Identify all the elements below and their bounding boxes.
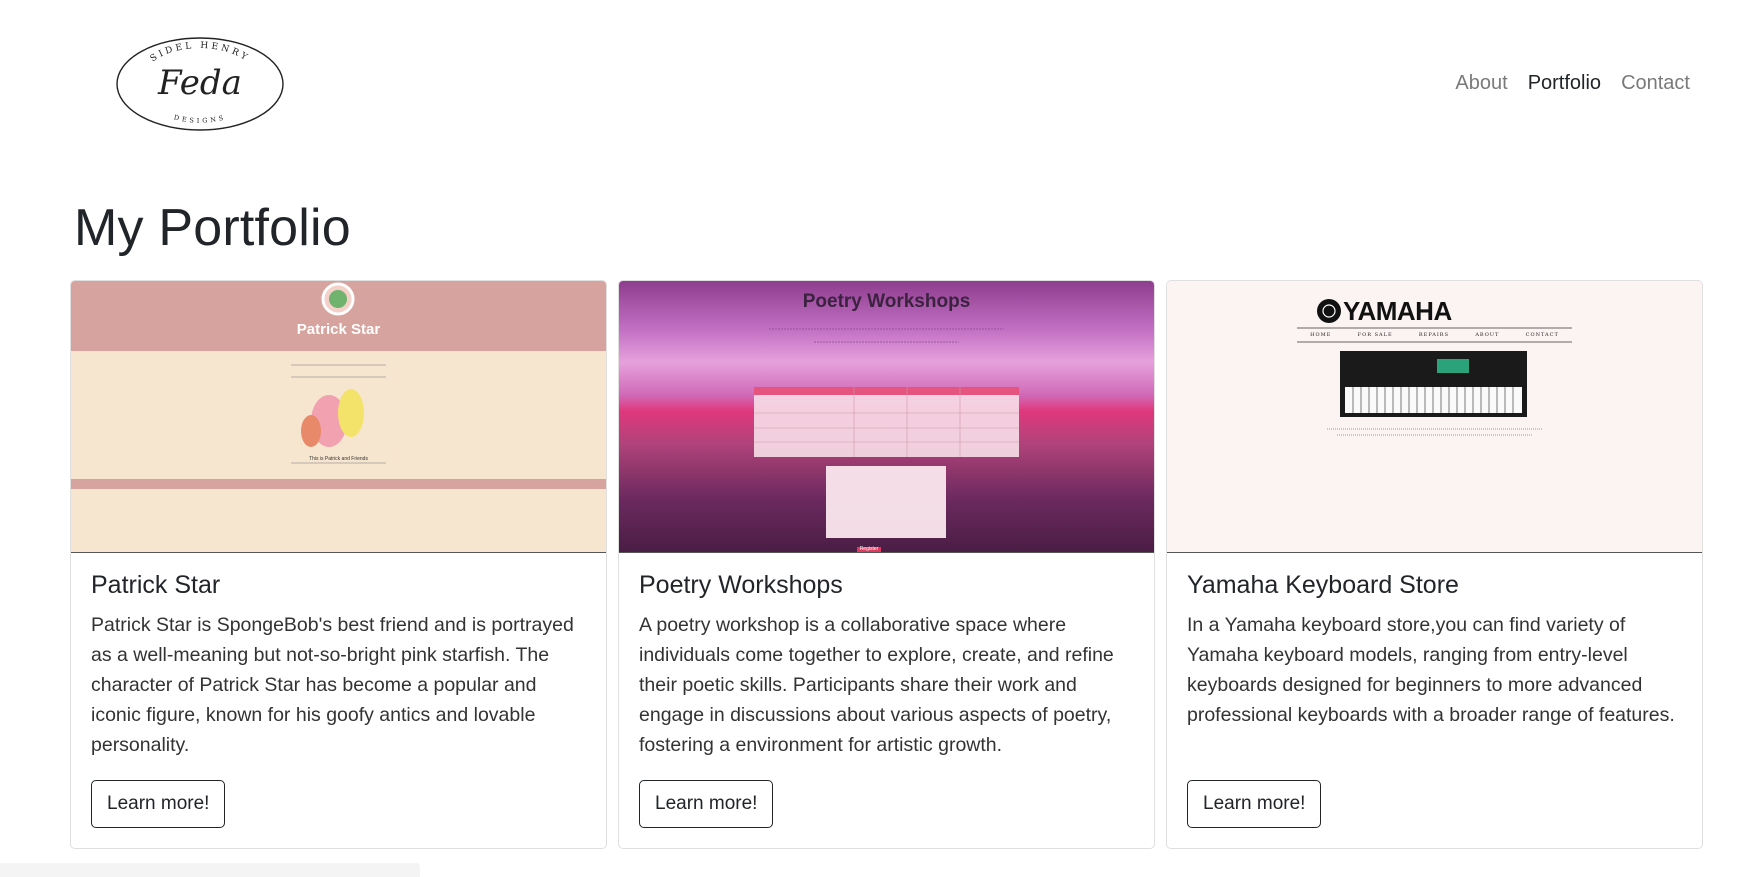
nav-link-portfolio[interactable]: Portfolio	[1528, 72, 1601, 95]
logo[interactable]: SIDEL HENRY DESIGNS Feda	[115, 36, 285, 132]
thumb-heading: Patrick Star	[296, 321, 381, 338]
svg-text:SIDEL HENRY: SIDEL HENRY	[149, 41, 251, 64]
thumb-footer-bar	[71, 479, 606, 489]
card-text: In a Yamaha keyboard store,you can find …	[1187, 614, 1675, 726]
logo-bottom-text: DESIGNS	[173, 113, 224, 125]
nav-link-contact[interactable]: Contact	[1621, 72, 1690, 95]
card-body: Poetry Workshops A poetry workshop is a …	[639, 571, 1134, 760]
card-text: Patrick Star is SpongeBob's best friend …	[91, 614, 574, 756]
card-text: A poetry workshop is a collaborative spa…	[639, 614, 1114, 756]
nav-link-about[interactable]: About	[1455, 72, 1507, 95]
logo-script: Feda	[157, 63, 242, 103]
card-title: Yamaha Keyboard Store	[1187, 571, 1459, 599]
card-body: Patrick Star Patrick Star is SpongeBob's…	[91, 571, 586, 760]
thumb-menu: HOME FOR SALE REPAIRS ABOUT CONTACT	[1297, 332, 1572, 338]
navbar: SIDEL HENRY DESIGNS Feda About Portfolio…	[0, 0, 1754, 170]
thumb-menu-item: ABOUT	[1475, 332, 1500, 338]
thumb-menu-item: CONTACT	[1525, 332, 1559, 338]
learn-more-button[interactable]: Learn more!	[639, 780, 774, 828]
card-title: Patrick Star	[91, 571, 221, 599]
card-body: Yamaha Keyboard Store In a Yamaha keyboa…	[1187, 571, 1682, 730]
learn-more-button[interactable]: Learn more!	[91, 780, 226, 828]
thumb-caption: This is Patrick and Friends	[309, 456, 368, 462]
nav-menu: About Portfolio Contact	[1455, 72, 1690, 95]
browser-status-bar	[0, 863, 420, 877]
card-image-patrick[interactable]: Patrick Star This is Patrick and Friends	[71, 281, 606, 553]
card-image-yamaha[interactable]: YAMAHA HOME FOR SALE REPAIRS ABOUT CONTA…	[1167, 281, 1702, 553]
portfolio-card-poetry: Poetry Workshops Register Poetry Worksho…	[618, 280, 1155, 849]
portfolio-card-yamaha: YAMAHA HOME FOR SALE REPAIRS ABOUT CONTA…	[1166, 280, 1703, 849]
card-title: Poetry Workshops	[639, 571, 843, 599]
poetry-thumbnail-art	[754, 328, 1019, 552]
portfolio-card-patrick: Patrick Star This is Patrick and Friends…	[70, 280, 607, 849]
svg-text:DESIGNS: DESIGNS	[173, 113, 227, 125]
logo-top-text: SIDEL HENRY	[149, 41, 248, 64]
learn-more-button[interactable]: Learn more!	[1187, 780, 1322, 828]
page-title: My Portfolio	[74, 199, 351, 257]
thumb-menu-item: FOR SALE	[1357, 332, 1393, 338]
thumb-menu-item: HOME	[1310, 332, 1332, 338]
thumb-register-button: Register	[859, 546, 879, 552]
thumb-yamaha-logo: YAMAHA	[1343, 296, 1452, 326]
thumb-menu-item: REPAIRS	[1418, 332, 1450, 338]
card-image-poetry[interactable]: Poetry Workshops Register	[619, 281, 1154, 553]
